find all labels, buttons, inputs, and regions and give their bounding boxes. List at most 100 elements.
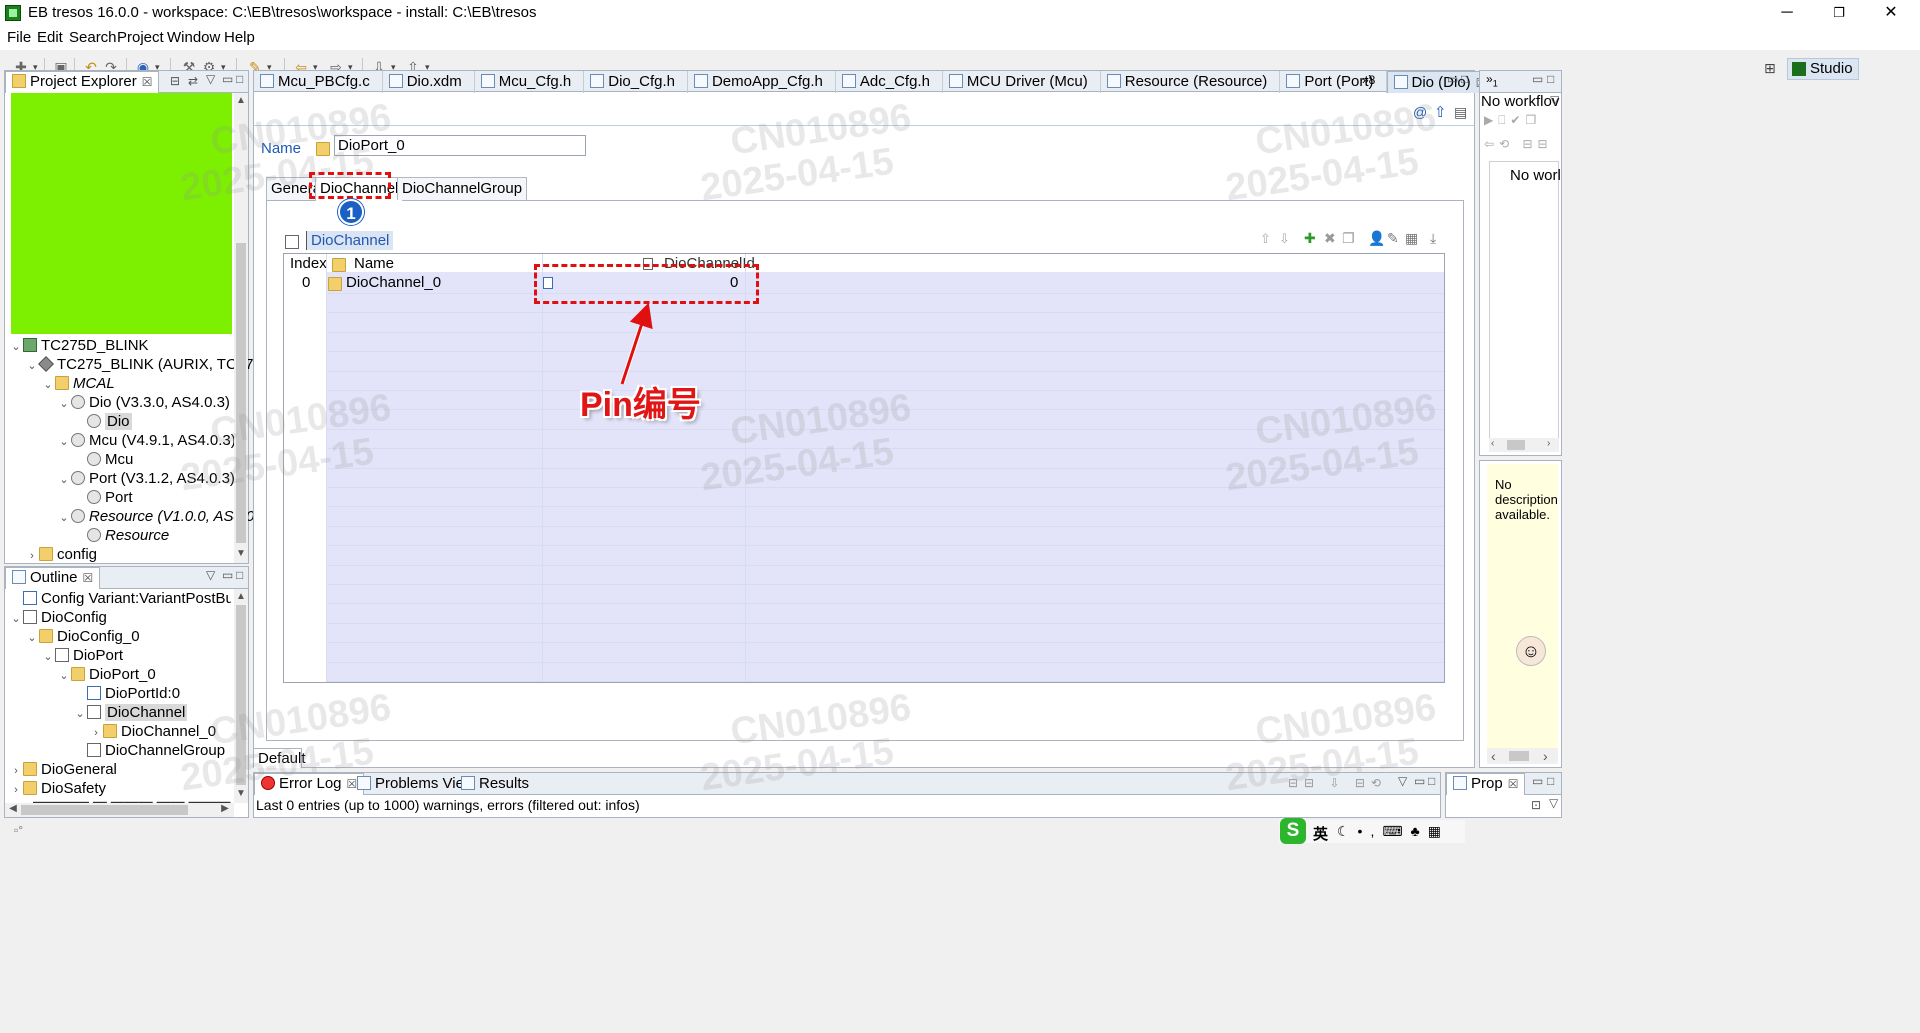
collapse-chevron-icon[interactable]: ⌄ (25, 357, 39, 376)
copy-icon[interactable]: ❐ (1342, 230, 1355, 247)
collapse-chevron-icon[interactable]: ⌄ (9, 338, 23, 357)
scroll-left-icon[interactable]: ‹ (1491, 748, 1496, 764)
tree-item[interactable]: ⌄ Dio (V3.3.0, AS4.0.3) (9, 393, 231, 412)
view-menu-icon[interactable]: ▽ (1550, 93, 1559, 107)
minimize-editor-icon[interactable]: ▭ (1447, 72, 1458, 86)
open-perspective-icon[interactable]: ⊞ (1764, 60, 1776, 77)
collapse-chevron-icon[interactable]: ⌄ (9, 610, 23, 629)
description-hscrollbar[interactable]: ‹ › (1487, 748, 1558, 764)
editor-tab[interactable]: Dio (Dio)☒ (1386, 71, 1494, 93)
close-icon[interactable]: ☒ (83, 571, 94, 585)
view-menu-icon[interactable]: ▽ (1398, 774, 1407, 788)
collapse-chevron-icon[interactable]: ⌄ (57, 433, 71, 452)
column-header-name[interactable]: Name (354, 255, 394, 272)
tree-item[interactable]: Config Variant:VariantPostBuildSel (9, 589, 231, 608)
tree-item[interactable]: › DioChannel_0 (9, 722, 231, 741)
scroll-right-icon[interactable]: ▶ (219, 803, 231, 814)
collapse-chevron-icon[interactable]: ⌄ (57, 471, 71, 490)
view-menu-icon[interactable]: ▽ (1549, 796, 1558, 810)
collapse-chevron-icon[interactable]: ⌄ (41, 376, 55, 395)
editor-tab[interactable]: Adc_Cfg.h (836, 71, 943, 93)
link-with-editor-icon[interactable]: ⇄ (188, 74, 198, 88)
close-icon[interactable]: ☒ (142, 75, 153, 89)
scroll-thumb[interactable] (236, 243, 246, 543)
editor-tab[interactable]: Mcu_Cfg.h (475, 71, 585, 93)
scroll-thumb[interactable] (1509, 751, 1529, 761)
column-header-index[interactable]: Index (290, 255, 327, 272)
ime-language-toggle[interactable]: 英 (1313, 823, 1328, 844)
move-up-icon[interactable]: ⇧ (1260, 231, 1271, 247)
restore-button[interactable]: ❐ (1816, 0, 1862, 26)
editor-tab[interactable]: Dio.xdm (383, 71, 475, 93)
editor-tab[interactable]: Dio_Cfg.h (584, 71, 688, 93)
tree-item[interactable]: ⌄ Resource (V1.0.0, AS4.0.3) (9, 507, 271, 526)
scroll-up-icon[interactable]: ▲ (234, 591, 248, 602)
workflow-toolbar-icons-2[interactable]: ⇦⟲ ⊟⊟ (1484, 137, 1553, 151)
delete-icon[interactable]: ✖ (1324, 230, 1336, 247)
scroll-right-icon[interactable]: › (1547, 438, 1550, 449)
tree-item[interactable]: ⌄ DioPort_0 (9, 665, 231, 684)
edit-dialog-icon[interactable]: ▦ (1405, 230, 1418, 247)
editor-tab[interactable]: MCU Driver (Mcu) (943, 71, 1101, 93)
edit-icon[interactable]: ✎ (1387, 230, 1399, 247)
workflow-toolbar-icons[interactable]: ▶⎕✔❐ (1484, 113, 1541, 128)
minimize-view-icon[interactable]: ▭ (222, 72, 233, 86)
studio-perspective-button[interactable]: Studio (1787, 58, 1859, 80)
subtab-diochannelgroup[interactable]: DioChannelGroup (397, 177, 528, 200)
view-menu-icon[interactable]: ▽ (206, 72, 215, 86)
scroll-left-icon[interactable]: ‹ (1491, 438, 1494, 449)
move-down-icon[interactable]: ⇩ (1279, 231, 1290, 247)
scroll-thumb[interactable] (1507, 440, 1525, 450)
table-row[interactable]: 0 DioChannel_0 0 (284, 274, 1444, 293)
minimize-button[interactable]: ─ (1764, 0, 1810, 26)
tree-item[interactable]: ⌄ DioPort (9, 646, 231, 665)
editor-tab[interactable]: Mcu_PBCfg.c (254, 71, 383, 93)
assistant-avatar[interactable]: ☺ (1516, 636, 1546, 666)
outline-hscrollbar[interactable]: ◀ ▶ (5, 803, 234, 817)
collapse-chevron-icon[interactable]: ⌄ (73, 705, 87, 724)
collapse-chevron-icon[interactable]: ⌄ (25, 629, 39, 648)
maximize-view-icon[interactable]: □ (1547, 72, 1554, 86)
user-icon[interactable]: 👤 (1368, 230, 1385, 247)
project-explorer-tab[interactable]: Project Explorer ☒ (5, 71, 160, 93)
editor-tabs-overflow[interactable]: »8 (1362, 73, 1375, 87)
tree-item[interactable]: ⌄ TC275D_BLINK (9, 336, 231, 355)
pin-view-icon[interactable]: ⊡ (1531, 798, 1541, 812)
minimize-view-icon[interactable]: ▭ (1532, 72, 1543, 86)
editor-tab[interactable]: Resource (Resource) (1101, 71, 1281, 93)
tree-item[interactable]: ⌄ DioChannel (9, 703, 231, 722)
scroll-left-icon[interactable]: ◀ (7, 803, 19, 814)
tree-item[interactable]: ⌄ DioConfig (9, 608, 231, 627)
maximize-view-icon[interactable]: □ (236, 568, 243, 582)
tree-item[interactable]: DioPortId:0 (9, 684, 231, 703)
scroll-down-icon[interactable]: ▼ (234, 548, 248, 559)
tree-item[interactable]: › config (9, 545, 231, 564)
tree-item[interactable]: ⌄ MCAL (9, 374, 231, 393)
scroll-right-icon[interactable]: › (1543, 748, 1548, 764)
sogou-ime-icon[interactable]: S (1280, 818, 1306, 844)
outline-tab[interactable]: Outline ☒ (5, 567, 101, 589)
tree-item[interactable]: ⌄ Mcu (V4.9.1, AS4.0.3) (9, 431, 235, 452)
results-tab[interactable]: Results (455, 773, 535, 795)
minimize-view-icon[interactable]: ▭ (222, 568, 233, 582)
properties-tab[interactable]: Prop ☒ (1446, 773, 1526, 795)
menu-project[interactable]: Project (117, 29, 164, 46)
add-icon[interactable]: ✚ (1304, 230, 1316, 247)
expand-chevron-icon[interactable]: › (25, 547, 39, 566)
menu-search[interactable]: Search (69, 29, 117, 46)
maximize-view-icon[interactable]: □ (236, 72, 243, 86)
view-menu-icon[interactable]: ▽ (206, 568, 215, 582)
collapse-chevron-icon[interactable]: ⌄ (57, 395, 71, 414)
ime-tool-icons[interactable]: ☾•,⌨♣▦ (1337, 823, 1449, 840)
menu-edit[interactable]: Edit (37, 29, 63, 46)
collapse-chevron-icon[interactable]: ⌄ (57, 667, 71, 686)
tree-item[interactable]: Dio (9, 412, 231, 431)
close-icon[interactable]: ☒ (1508, 777, 1519, 791)
export-icon[interactable]: ⤓ (1430, 230, 1436, 247)
editor-tab[interactable]: DemoApp_Cfg.h (688, 71, 836, 93)
workflow-hscrollbar[interactable]: ‹ › (1489, 438, 1559, 452)
help-icon[interactable]: ▤ (1454, 104, 1467, 121)
collapse-chevron-icon[interactable]: ⌄ (41, 648, 55, 667)
maximize-editor-icon[interactable]: □ (1461, 72, 1468, 86)
minimize-view-icon[interactable]: ▭ (1532, 774, 1543, 788)
